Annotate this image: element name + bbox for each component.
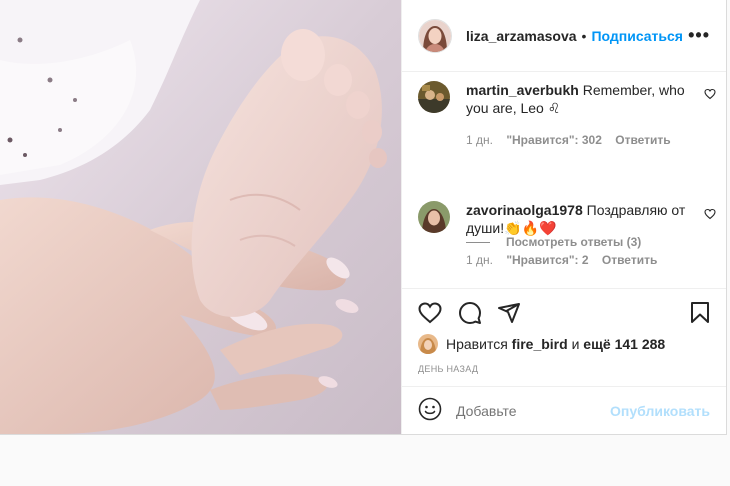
likes-prefix: Нравится <box>446 336 508 352</box>
commenter-avatar[interactable] <box>418 81 450 113</box>
liker-username[interactable]: fire_bird <box>512 336 568 352</box>
post-actions <box>402 288 726 339</box>
baby-foot-image <box>0 0 401 434</box>
heart-icon[interactable] <box>418 301 442 330</box>
heart-icon[interactable] <box>704 207 716 225</box>
comment-icon[interactable] <box>458 301 482 330</box>
likes-count[interactable]: ещё 141 288 <box>583 336 665 352</box>
bookmark-icon[interactable] <box>688 301 712 330</box>
likes-and: и <box>571 336 580 352</box>
header-separator: • <box>581 27 587 44</box>
share-icon[interactable] <box>497 301 521 330</box>
likes-summary: Нравится fire_bird и ещё 141 288 <box>418 334 665 354</box>
more-options-icon[interactable]: ••• <box>688 25 710 46</box>
author-username[interactable]: liza_arzamasova <box>466 28 577 44</box>
post-time[interactable]: ДЕНЬ НАЗАД <box>418 364 478 374</box>
heart-icon[interactable] <box>704 87 716 105</box>
commenter-username[interactable]: zavorinaolga1978 <box>466 202 583 218</box>
commenter-username[interactable]: martin_averbukh <box>466 82 579 98</box>
emoji-icon[interactable] <box>418 397 442 426</box>
author-avatar[interactable] <box>418 18 452 53</box>
comment-item: martin_averbukh Remember, who you are, L… <box>418 81 716 149</box>
comments-list: martin_averbukh Remember, who you are, L… <box>402 72 726 434</box>
post-header: liza_arzamasova • Подписаться ••• <box>402 0 726 72</box>
comment-item: zavorinaolga1978 Поздравляю от души!👏🔥❤️… <box>418 201 716 269</box>
reply-button[interactable]: Ответить <box>602 253 657 267</box>
comment-meta: 1 дн. "Нравится": 302 Ответить <box>466 131 692 149</box>
commenter-avatar[interactable] <box>418 201 450 233</box>
add-comment-bar: Опубликовать <box>402 386 726 435</box>
comment-time[interactable]: 1 дн. <box>466 253 493 267</box>
liker-avatar[interactable] <box>418 334 438 354</box>
post-photo[interactable] <box>0 0 401 434</box>
comment-time[interactable]: 1 дн. <box>466 133 493 147</box>
comment-likes[interactable]: "Нравится": 2 <box>506 253 588 267</box>
comment-meta: 1 дн. "Нравится": 2 Ответить <box>466 251 692 269</box>
publish-button[interactable]: Опубликовать <box>610 403 710 419</box>
post-container: liza_arzamasova • Подписаться ••• martin… <box>0 0 727 435</box>
post-side-panel: liza_arzamasova • Подписаться ••• martin… <box>401 0 726 434</box>
comment-likes[interactable]: "Нравится": 302 <box>506 133 602 147</box>
reply-button[interactable]: Ответить <box>615 133 670 147</box>
follow-button[interactable]: Подписаться <box>591 28 683 44</box>
comment-input[interactable] <box>456 403 606 419</box>
